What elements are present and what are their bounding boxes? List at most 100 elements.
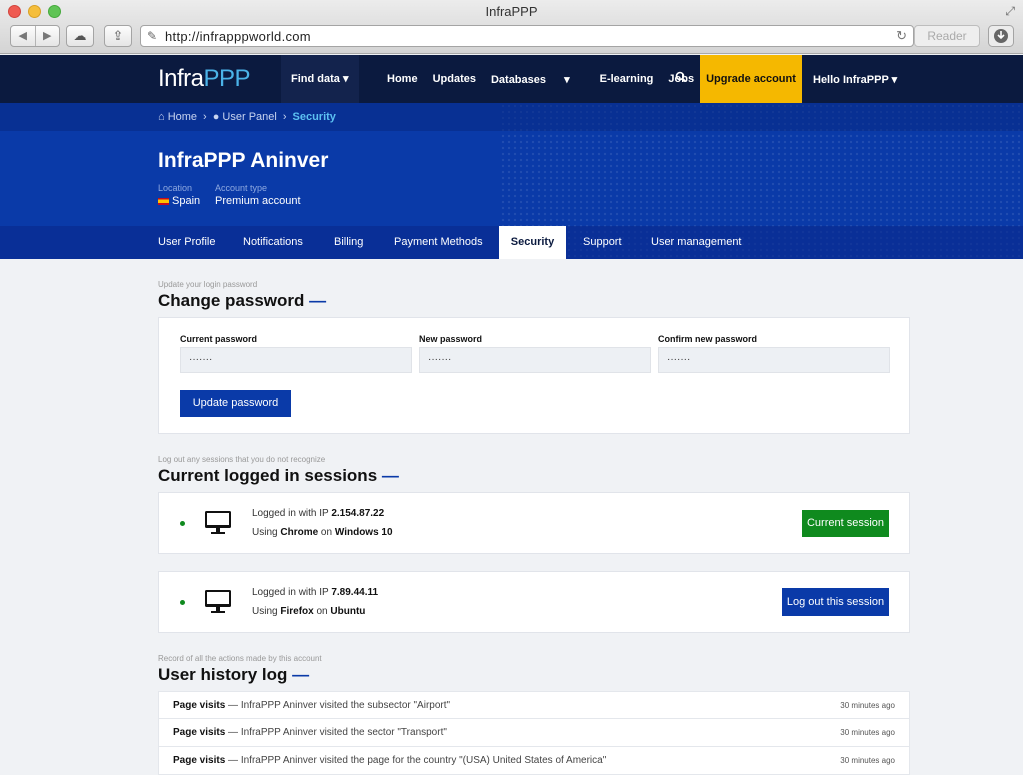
sessions-hint: Log out any sessions that you do not rec… [158, 455, 326, 464]
location-value: Spain [158, 195, 200, 207]
nav-link-databases[interactable]: Databases ▾ [491, 73, 585, 86]
history-type: Page visits [173, 755, 226, 766]
history-text: — InfraPPP Aninver visited the page for … [225, 755, 607, 766]
tab-support[interactable]: Support [583, 226, 622, 259]
tab-security[interactable]: Security [499, 226, 566, 259]
breadcrumb: ⌂ Home › ● User Panel › Security [158, 111, 336, 123]
user-menu[interactable]: Hello InfraPPP ▾ [813, 73, 897, 86]
session-client: Using Firefox on Ubuntu [252, 606, 365, 617]
main-nav-links: Home Updates Databases ▾ E-learning Jobs [387, 73, 709, 86]
sessions-title: Current logged in sessions [158, 466, 378, 485]
find-data-label: Find data [291, 73, 340, 85]
active-status-dot [180, 521, 185, 526]
history-time: 30 minutes ago [840, 728, 895, 737]
location-label: Location [158, 183, 193, 193]
session-ip-value: 7.89.44.11 [331, 587, 379, 598]
user-icon: ● [212, 111, 223, 123]
session-ip: Logged in with IP 7.89.44.11 [252, 587, 378, 598]
history-entry: Page visits — InfraPPP Aninver visited t… [173, 727, 447, 738]
tab-payment-methods[interactable]: Payment Methods [394, 226, 483, 259]
window-title: InfraPPP [485, 4, 538, 19]
nav-link-databases-label: Databases [490, 74, 547, 86]
address-bar[interactable]: ✎ http://infrapppworld.com ↻ [140, 25, 914, 47]
forward-icon[interactable]: ▶ [34, 26, 60, 46]
share-icon[interactable]: ⇪ [104, 25, 132, 47]
confirm-password-label: Confirm new password [658, 334, 758, 344]
history-row: Page visits — InfraPPP Aninver visited t… [158, 719, 910, 747]
tab-user-management[interactable]: User management [651, 226, 742, 259]
new-password-field[interactable]: ······· [419, 347, 651, 373]
active-status-dot [180, 600, 185, 605]
session-using: Using [252, 527, 281, 538]
history-hint: Record of all the actions made by this a… [158, 654, 322, 663]
desktop-computer-icon [205, 511, 231, 534]
page-title: InfraPPP Aninver [158, 149, 329, 172]
location-text: Spain [172, 195, 201, 207]
cloud-icon[interactable]: ☁ [66, 25, 94, 47]
reader-button[interactable]: Reader [914, 25, 980, 47]
downloads-icon[interactable] [988, 25, 1014, 47]
password-hint: Update your login password [158, 280, 258, 289]
nav-link-home[interactable]: Home [387, 73, 418, 86]
breadcrumb-separator: › [282, 111, 287, 123]
fullscreen-icon[interactable]: ⤢ [1005, 4, 1015, 19]
current-password-label: Current password [180, 334, 258, 344]
back-icon[interactable]: ◀ [11, 26, 35, 46]
confirm-password-field[interactable]: ······· [658, 347, 890, 373]
nav-link-elearning[interactable]: E-learning [600, 73, 654, 86]
find-data-menu[interactable]: Find data ▾ [281, 55, 359, 103]
session-browser: Chrome [280, 527, 319, 538]
heading-dash: — [292, 665, 310, 684]
profile-hero: ⌂ Home › ● User Panel › Security InfraPP… [0, 103, 1023, 259]
history-text: — InfraPPP Aninver visited the sector "T… [225, 727, 447, 738]
search-icon[interactable] [675, 71, 687, 83]
upgrade-account-button[interactable]: Upgrade account [700, 55, 802, 103]
account-tabs: User Profile Notifications Billing Payme… [0, 226, 1023, 259]
session-card: Logged in with IP 7.89.44.11 Using Firef… [158, 571, 910, 633]
logout-session-button[interactable]: Log out this session [782, 588, 889, 616]
desktop-computer-icon [205, 590, 231, 613]
spain-flag-icon [158, 197, 169, 205]
session-on: on [318, 527, 335, 538]
session-os: Ubuntu [330, 606, 366, 617]
heading-dash: — [381, 466, 399, 485]
tab-user-profile[interactable]: User Profile [158, 226, 215, 259]
new-password-label: New password [419, 334, 483, 344]
session-using: Using [252, 606, 281, 617]
site-icon: ✎ [147, 29, 158, 43]
reload-icon[interactable]: ↻ [896, 28, 907, 44]
session-browser: Firefox [280, 606, 314, 617]
change-password-title: Change password [158, 291, 305, 310]
session-os: Windows 10 [334, 527, 393, 538]
session-ip-prefix: Logged in with IP [252, 508, 332, 519]
history-nav: ◀ ▶ [10, 25, 60, 47]
browser-chrome: InfraPPP ⤢ ◀ ▶ ☁ ⇪ ✎ http://infrapppworl… [0, 0, 1023, 54]
breadcrumb-separator: › [203, 111, 207, 123]
account-type-value: Premium account [215, 195, 301, 207]
change-password-card: Current password ······· New password ··… [158, 317, 910, 434]
user-menu-label: Hello InfraPPP [813, 74, 889, 86]
update-password-button[interactable]: Update password [180, 390, 291, 417]
heading-dash: — [309, 291, 327, 310]
breadcrumb-home[interactable]: Home [168, 111, 197, 123]
tab-notifications[interactable]: Notifications [243, 226, 303, 259]
history-heading: User history log — [158, 665, 309, 685]
nav-link-updates[interactable]: Updates [433, 73, 476, 86]
session-ip-prefix: Logged in with IP [252, 587, 332, 598]
logo[interactable]: InfraPPP [158, 65, 251, 93]
change-password-heading: Change password — [158, 291, 326, 311]
session-ip: Logged in with IP 2.154.87.22 [252, 508, 384, 519]
history-row: Page visits — InfraPPP Aninver visited t… [158, 747, 910, 775]
sessions-heading: Current logged in sessions — [158, 466, 399, 486]
session-client: Using Chrome on Windows 10 [252, 527, 393, 538]
breadcrumb-user-panel[interactable]: User Panel [222, 111, 276, 123]
url-text[interactable]: http://infrapppworld.com [165, 29, 311, 44]
tab-billing[interactable]: Billing [334, 226, 363, 259]
current-session-badge: Current session [802, 510, 889, 537]
session-ip-value: 2.154.87.22 [331, 508, 385, 519]
current-password-field[interactable]: ······· [180, 347, 412, 373]
history-type: Page visits [173, 727, 226, 738]
history-row: Page visits — InfraPPP Aninver visited t… [158, 691, 910, 719]
chevron-down-icon: ▾ [891, 74, 898, 86]
chevron-down-icon: ▾ [564, 74, 570, 86]
